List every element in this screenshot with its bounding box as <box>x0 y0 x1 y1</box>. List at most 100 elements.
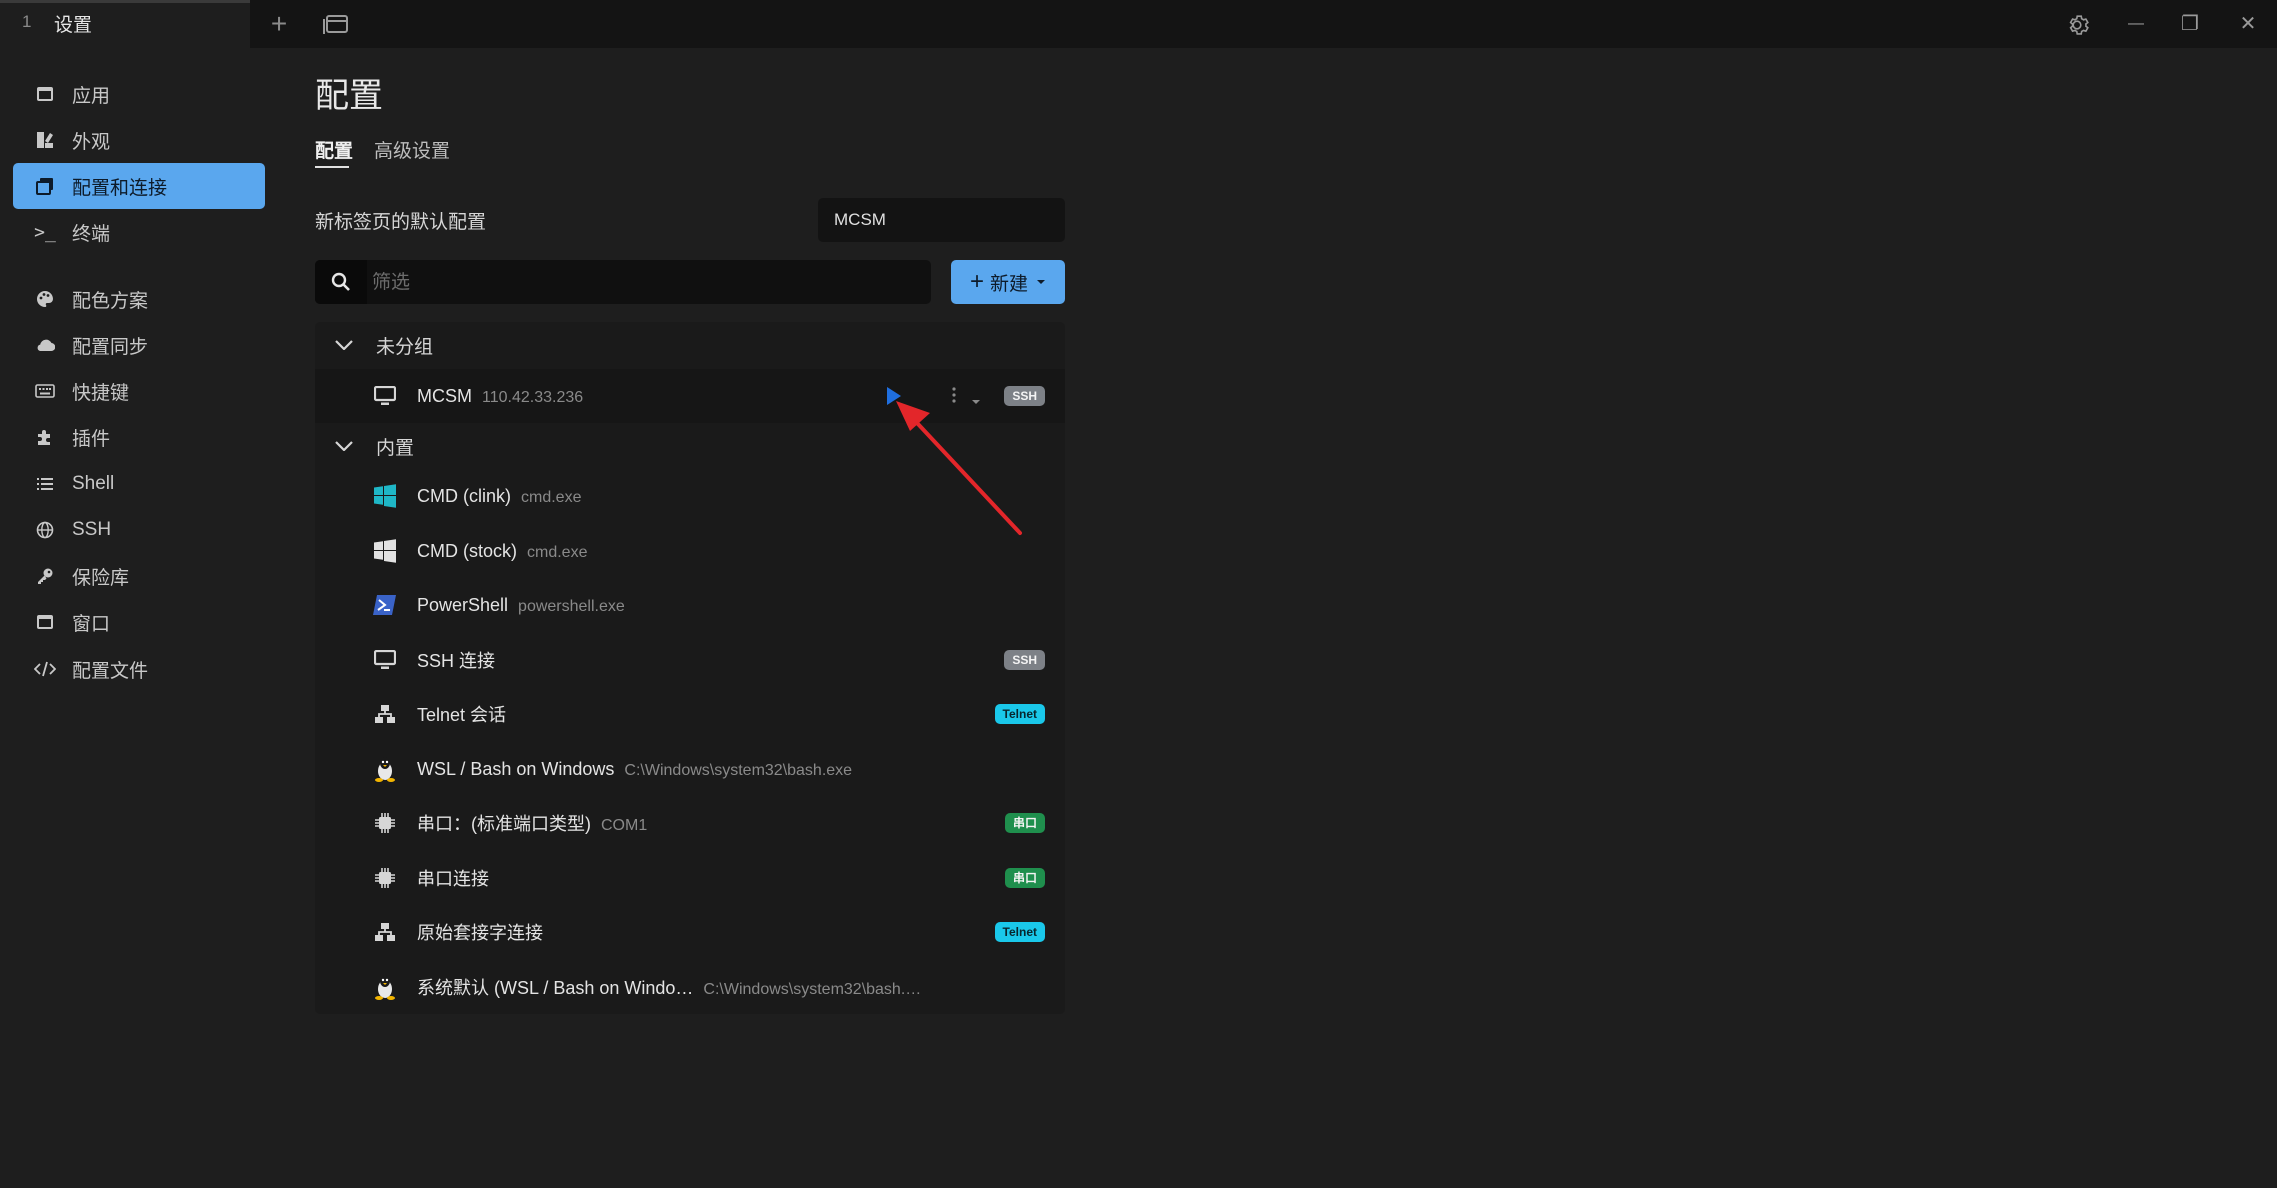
group-name: 未分组 <box>376 336 434 358</box>
profile-row-raw-socket[interactable]: 原始套接字连接 Telnet <box>315 905 1065 959</box>
monitor-icon <box>372 383 398 409</box>
new-tab-button[interactable]: + <box>264 0 294 48</box>
plus-icon: + <box>969 268 984 295</box>
profile-desc: powershell.exe <box>518 597 625 615</box>
chip-icon <box>372 865 398 891</box>
sidebar-item-label: 快捷键 <box>72 382 130 404</box>
profile-name: 原始套接字连接 <box>417 923 543 943</box>
serial-badge: 串口 <box>1004 813 1045 833</box>
tab-title: 设置 <box>54 15 93 36</box>
filter-input[interactable] <box>370 262 924 304</box>
active-tab-indicator <box>315 166 349 168</box>
sidebar-item-profiles[interactable]: 配置和连接 <box>13 163 265 209</box>
sidebar-item-terminal[interactable]: >_ 终端 <box>13 209 265 255</box>
close-button[interactable]: ✕ <box>2230 0 2266 40</box>
page-title: 配置 <box>315 77 383 115</box>
cloud-icon <box>33 333 57 357</box>
sidebar-item-label: 配色方案 <box>72 290 149 312</box>
profile-name: SSH 连接 <box>417 651 496 671</box>
linux-icon <box>372 974 398 1000</box>
profile-name: 系统默认 (WSL / Bash on Windo… <box>417 978 694 998</box>
windows-color-icon <box>372 483 398 509</box>
sidebar-item-label: 外观 <box>72 131 111 153</box>
minimize-button[interactable]: — <box>2118 0 2154 40</box>
code-icon <box>33 657 57 681</box>
group-header-ungrouped[interactable]: 未分组 <box>315 322 1065 368</box>
annotation-arrow <box>896 401 1022 535</box>
sidebar-item-config-file[interactable]: 配置文件 <box>13 646 265 692</box>
profile-desc: C:\Windows\system32\bash.exe <box>624 761 853 779</box>
key-icon <box>33 564 57 588</box>
network-icon <box>372 919 398 945</box>
ssh-badge: SSH <box>1004 650 1045 670</box>
profile-row-ssh[interactable]: SSH 连接 SSH <box>315 633 1065 687</box>
default-profile-label: 新标签页的默认配置 <box>315 212 487 233</box>
profile-row-telnet[interactable]: Telnet 会话 Telnet <box>315 687 1065 741</box>
profile-desc: 110.42.33.236 <box>482 388 584 406</box>
network-icon <box>372 701 398 727</box>
group-name: 内置 <box>376 437 415 459</box>
chevron-down-icon <box>335 340 357 350</box>
sidebar-item-appearance[interactable]: 外观 <box>13 117 265 163</box>
sidebar-item-label: 配置文件 <box>72 660 149 682</box>
sidebar-item-label: 插件 <box>72 428 111 450</box>
profile-name: 串口：(标准端口类型) <box>417 814 591 834</box>
sidebar-item-label: 窗口 <box>72 613 111 635</box>
keyboard-icon <box>33 379 57 403</box>
sidebar-item-label: Shell <box>72 473 115 494</box>
tab-advanced-settings[interactable]: 高级设置 <box>374 136 450 163</box>
tab-settings[interactable] <box>0 0 250 48</box>
sidebar-item-config-sync[interactable]: 配置同步 <box>13 322 265 368</box>
sidebar-item-label: 保险库 <box>72 567 130 589</box>
sidebar-item-plugins[interactable]: 插件 <box>13 414 265 460</box>
profile-desc: cmd.exe <box>527 543 588 561</box>
sidebar-item-label: 应用 <box>72 85 111 107</box>
sidebar-item-application[interactable]: 应用 <box>13 71 265 117</box>
list-icon <box>33 472 57 496</box>
sidebar-item-color-scheme[interactable]: 配色方案 <box>13 276 265 322</box>
puzzle-icon <box>33 425 57 449</box>
default-profile-select[interactable]: MCSM <box>818 198 1065 242</box>
profile-desc: COM1 <box>601 817 648 834</box>
sidebar-item-label: SSH <box>72 519 112 540</box>
sidebar-item-label: 配置和连接 <box>72 177 168 199</box>
profile-name: PowerShell <box>417 594 509 615</box>
chip-icon <box>372 810 398 836</box>
tabs-overview-icon[interactable] <box>322 12 350 36</box>
globe-icon <box>33 518 57 542</box>
settings-gear-icon[interactable] <box>2064 12 2090 38</box>
profile-name: MCSM <box>417 385 472 406</box>
profile-name: CMD (stock) <box>417 540 517 561</box>
powershell-icon <box>372 592 398 618</box>
search-icon <box>315 260 367 304</box>
profiles-icon <box>33 174 57 198</box>
serial-badge: 串口 <box>1004 868 1045 888</box>
window-icon <box>33 610 57 634</box>
profile-row-wsl[interactable]: WSL / Bash on Windows C:\Windows\system32… <box>315 742 1065 796</box>
new-button-label: 新建 <box>990 273 1029 295</box>
profile-desc: C:\Windows\system32\bash.… <box>703 981 922 998</box>
profile-row-serial[interactable]: 串口连接 串口 <box>315 851 1065 905</box>
telnet-badge: Telnet <box>994 704 1045 724</box>
linux-icon <box>372 756 398 782</box>
sidebar-item-ssh[interactable]: SSH <box>13 507 265 553</box>
new-profile-button[interactable]: + 新建 <box>951 260 1065 304</box>
windows-icon <box>372 538 398 564</box>
sidebar-item-vault[interactable]: 保险库 <box>13 553 265 599</box>
sidebar-item-hotkeys[interactable]: 快捷键 <box>13 368 265 414</box>
tab-number: 1 <box>22 12 32 31</box>
sidebar-item-window[interactable]: 窗口 <box>13 599 265 645</box>
profile-row-serial-com1[interactable]: 串口：(标准端口类型) COM1 串口 <box>315 796 1065 850</box>
appearance-icon <box>33 128 57 152</box>
profile-name: 串口连接 <box>417 869 489 889</box>
profile-row-powershell[interactable]: PowerShell powershell.exe <box>315 578 1065 632</box>
app-window-icon <box>33 82 57 106</box>
palette-icon <box>33 287 57 311</box>
restore-button[interactable]: ❐ <box>2172 0 2208 40</box>
caret-down-icon <box>1037 280 1046 284</box>
chevron-down-icon <box>335 441 357 451</box>
profile-name: Telnet 会话 <box>417 705 507 725</box>
profile-row-system-default[interactable]: 系统默认 (WSL / Bash on Windo… C:\Windows\sys… <box>315 960 1065 1014</box>
tab-profiles[interactable]: 配置 <box>315 136 353 163</box>
sidebar-item-shell[interactable]: Shell <box>13 461 265 507</box>
